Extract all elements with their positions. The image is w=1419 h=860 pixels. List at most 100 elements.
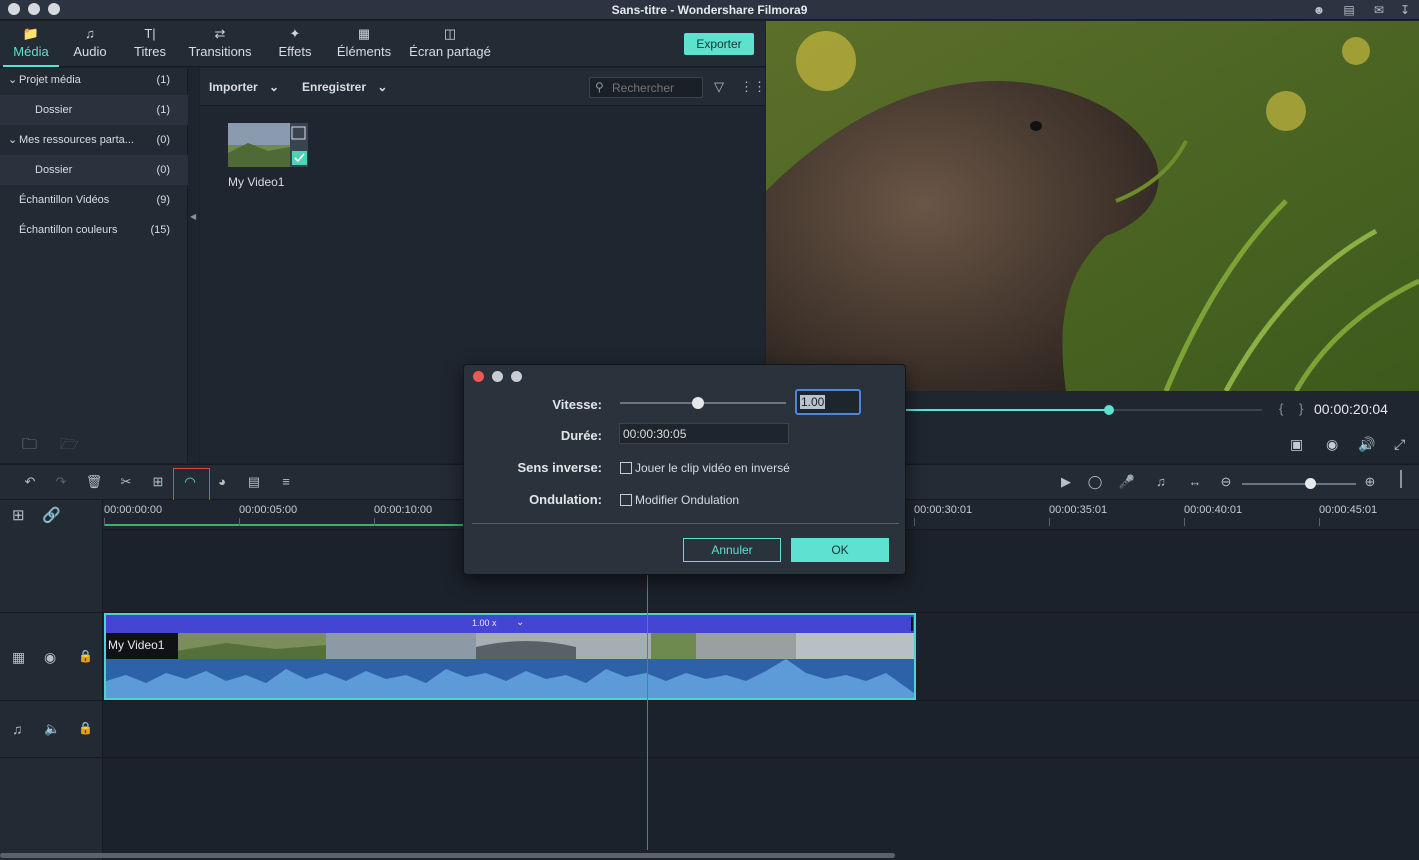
cancel-button[interactable]: Annuler (683, 538, 781, 562)
volume-icon[interactable]: 🔊 (1358, 436, 1375, 453)
ripple-checkbox[interactable] (620, 494, 632, 506)
tab-split-screen[interactable]: ◫ Écran partagé (404, 21, 496, 67)
tab-label: Éléments (336, 44, 392, 59)
toolbar-divider-handle[interactable] (1400, 470, 1402, 488)
ruler-tick (239, 518, 240, 526)
window-title: Sans-titre - Wondershare Filmora9 (611, 3, 808, 17)
reverse-checkbox[interactable] (620, 462, 632, 474)
collapse-arrow-icon: ◀ (190, 212, 197, 221)
sidebar-collapse-strip[interactable]: ◀ (188, 68, 199, 463)
clip-filmstrip-image (176, 633, 914, 659)
speed-value-field[interactable]: 1.00 (795, 389, 861, 415)
media-item-thumbnail[interactable] (228, 123, 308, 167)
sidebar-item-shared-resources[interactable]: ⌄ Mes ressources parta... (0) (0, 125, 188, 155)
timeline-video-clip[interactable]: 1.00 x ⌄ My Video1 (104, 613, 916, 700)
delete-icon[interactable]: 🗑 (85, 473, 103, 491)
export-button[interactable]: Exporter (684, 33, 754, 55)
filter-icon[interactable]: ▽ (714, 79, 724, 95)
clip-audio-waveform (106, 659, 914, 698)
eye-icon[interactable]: ◉ (44, 649, 56, 666)
video-preview (766, 21, 1419, 391)
sidebar-item-folder[interactable]: Dossier (0) (0, 155, 188, 185)
render-preview-icon[interactable]: ▶ (1057, 473, 1075, 491)
sidebar-item-count: (1) (156, 74, 170, 86)
redo-icon[interactable]: ↷ (52, 473, 70, 491)
ruler-tick (914, 518, 915, 526)
cut-icon[interactable]: ✂ (117, 473, 135, 491)
sidebar-item-sample-colors[interactable]: Échantillon couleurs (15) (0, 215, 188, 245)
mark-in-icon[interactable]: { (1279, 401, 1283, 416)
zoom-out-icon[interactable]: ⊖ (1217, 473, 1235, 491)
preview-progress-handle[interactable] (1103, 405, 1114, 415)
effects-icon: ✦ (289, 26, 301, 41)
fit-timeline-icon[interactable]: ↔ (1186, 473, 1204, 491)
speaker-icon[interactable]: 🔈 (44, 721, 60, 737)
duration-field[interactable]: 00:00:30:05 (619, 423, 789, 444)
clip-speed-header: 1.00 x ⌄ (106, 615, 914, 633)
download-icon[interactable]: ↧ (1398, 3, 1412, 17)
dialog-minimize-button[interactable] (492, 371, 503, 382)
mark-out-icon[interactable]: } (1299, 401, 1303, 416)
waveform-image (106, 659, 914, 698)
dialog-zoom-button[interactable] (511, 371, 522, 382)
adjust-icon[interactable]: ≡ (277, 473, 295, 491)
green-screen-icon[interactable]: ▤ (245, 473, 263, 491)
ruler-tick (1049, 518, 1050, 526)
lock-icon[interactable]: 🔒 (78, 649, 93, 663)
track-divider (0, 700, 103, 701)
tab-elements[interactable]: ▦ Éléments (332, 21, 396, 67)
delete-folder-icon[interactable]: 🗁 (60, 434, 79, 459)
speed-icon[interactable]: ◠ (181, 473, 199, 491)
video-track-icon: ▦ (12, 649, 26, 665)
search-box[interactable]: ⚲ (589, 77, 703, 98)
chevron-down-icon: ⌄ (377, 80, 388, 94)
tab-media[interactable]: 📁 Média (3, 21, 59, 67)
search-input[interactable] (612, 80, 700, 95)
duration-label: Durée: (560, 428, 602, 443)
zoom-slider-track[interactable] (1242, 483, 1356, 485)
speed-slider-handle[interactable] (692, 397, 705, 409)
sidebar-item-project-media[interactable]: ⌄ Projet média (1) (0, 65, 188, 95)
color-wheel-icon[interactable]: ◕ (213, 473, 231, 491)
track-divider (0, 612, 103, 613)
microphone-icon[interactable]: 🎤 (1118, 473, 1136, 491)
lock-icon[interactable]: 🔒 (78, 721, 93, 735)
ok-button[interactable]: OK (791, 538, 889, 562)
timeline-horizontal-scrollbar[interactable] (0, 853, 895, 858)
sidebar-item-label: Dossier (35, 104, 73, 116)
sidebar-item-folder[interactable]: Dossier (1) (0, 95, 188, 125)
import-button[interactable]: Importer ⌄ (209, 80, 279, 94)
record-button[interactable]: Enregistrer ⌄ (302, 80, 387, 94)
undo-icon[interactable]: ↶ (21, 473, 39, 491)
sidebar-item-sample-videos[interactable]: Échantillon Vidéos (9) (0, 185, 188, 215)
grid-view-icon[interactable]: ⋮⋮ (740, 79, 766, 95)
zoom-in-icon[interactable]: ⊕ (1361, 473, 1379, 491)
add-track-icon[interactable]: ⊞ (12, 506, 25, 524)
track-divider (0, 757, 103, 758)
tab-label: Audio (73, 44, 107, 59)
crop-icon[interactable]: ⊞ (149, 473, 167, 491)
tab-audio[interactable]: ♫ Audio (64, 21, 116, 67)
tab-titles[interactable]: T| Titres (124, 21, 176, 67)
display-settings-icon[interactable]: ▣ (1290, 436, 1303, 453)
ruler-label: 00:00:00:00 (104, 504, 163, 516)
new-folder-icon[interactable]: 🗀 (22, 434, 37, 459)
ruler-tick (1184, 518, 1185, 526)
sidebar-item-label: Échantillon couleurs (19, 224, 118, 236)
track-headers (0, 500, 103, 860)
tab-effects[interactable]: ✦ Effets (268, 21, 322, 67)
snapshot-camera-icon[interactable]: ◉ (1326, 436, 1338, 453)
user-icon[interactable]: ☻ (1312, 3, 1326, 17)
chevron-down-icon[interactable]: ⌄ (516, 617, 524, 628)
audio-mixer-icon[interactable]: ♫ (1152, 473, 1170, 491)
ruler-label: 00:00:40:01 (1184, 504, 1243, 516)
dialog-divider (472, 523, 899, 524)
mail-icon[interactable]: ✉ (1372, 3, 1386, 17)
link-icon[interactable]: 🔗 (42, 506, 61, 524)
cart-icon[interactable]: ▤ (1342, 3, 1356, 17)
tab-transitions[interactable]: ⇄ Transitions (184, 21, 256, 67)
clip-end-handle[interactable] (911, 617, 913, 631)
marker-icon[interactable]: ◯ (1086, 473, 1104, 491)
fullscreen-icon[interactable]: ⤢ (1394, 436, 1405, 453)
dialog-close-button[interactable] (473, 371, 484, 382)
